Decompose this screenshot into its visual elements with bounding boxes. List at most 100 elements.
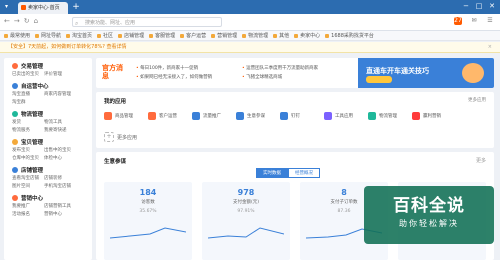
minimize-button[interactable]: − — [462, 1, 470, 11]
sidebar-link[interactable]: 物流服务 — [12, 127, 42, 134]
sidebar-link[interactable]: 店铺营销工具 — [44, 203, 80, 210]
truck-icon — [12, 111, 18, 117]
sidebar-group-title[interactable]: 自运营中心 — [21, 82, 49, 90]
sidebar-link[interactable]: 手机淘宝店铺 — [44, 183, 80, 190]
close-window-button[interactable]: ✕ — [488, 1, 496, 11]
mail-icon[interactable]: ✉ — [470, 17, 478, 25]
app-icon — [236, 112, 244, 120]
app-icon — [412, 112, 420, 120]
sidebar-link[interactable]: 发布宝贝 — [12, 147, 42, 154]
sidebar-link[interactable]: 出售中的宝贝 — [44, 147, 80, 154]
bookmark-icon — [4, 33, 8, 38]
app-item[interactable]: 客户运营 — [148, 112, 180, 120]
sidebar-link[interactable]: 我要寄快递 — [44, 127, 80, 134]
sidebar-group-title[interactable]: 店铺管理 — [21, 166, 43, 174]
sparkline — [110, 227, 186, 239]
store-icon — [12, 167, 18, 173]
metric-label: 访客数 — [141, 200, 155, 205]
bookmark-item[interactable]: 淘宝首页 — [66, 32, 92, 39]
bookmark-item[interactable]: 物流管理 — [242, 32, 268, 39]
sidebar-group-title[interactable]: 宝贝管理 — [21, 138, 43, 146]
sidebar-group-title[interactable]: 营销中心 — [21, 194, 43, 202]
search-icon: ⌕ — [75, 20, 79, 27]
more-link[interactable]: 更多 — [476, 157, 486, 164]
bookmark-item[interactable]: 店铺管理 — [118, 32, 144, 39]
watermark-subtitle: 助你轻松解决 — [399, 219, 459, 228]
app-item[interactable]: 工具应用 — [324, 112, 356, 120]
more-apps-link[interactable]: 更多应用 — [468, 97, 486, 103]
news-item[interactable]: 如果网已经无法接入了，如何做营销 — [136, 74, 242, 80]
bookmark-item[interactable]: 客服管理 — [149, 32, 175, 39]
nav-buttons: ← → ↻ ⌂ — [4, 17, 38, 25]
back-button[interactable]: ← — [4, 17, 10, 25]
sidebar-link[interactable]: 体检中心 — [44, 155, 80, 162]
tab-realtime[interactable]: 实时数据 — [256, 168, 288, 178]
news-list: 每日100件，新商家十一促销 运营团队三季度用千万流量助新商家 如果网已经无法接… — [136, 65, 352, 80]
sidebar-link[interactable]: 物流工具 — [44, 119, 80, 126]
browser-tab[interactable]: 卖家中心·首页 — [18, 2, 68, 14]
app-icon — [280, 112, 288, 120]
bookmark-item[interactable]: 1688采购找货平台 — [325, 32, 374, 39]
menu-icon[interactable]: ▾ — [5, 3, 13, 11]
app-item[interactable]: 生意参谋 — [236, 112, 268, 120]
sidebar-group-logistics: 物流管理 发货 物流工具 物流服务 我要寄快递 — [12, 110, 92, 134]
sidebar-link[interactable]: 店铺装修 — [44, 175, 80, 182]
app-item[interactable]: 赢利营销 — [412, 112, 444, 120]
home-button[interactable]: ⌂ — [34, 17, 38, 25]
sidebar-link[interactable]: 已卖出的宝贝 — [12, 71, 42, 78]
sidebar-group-title[interactable]: 物流管理 — [21, 110, 43, 118]
news-item[interactable]: 运营团队三季度用千万流量助新商家 — [242, 65, 352, 71]
forward-button[interactable]: → — [14, 17, 20, 25]
tab-title: 卖家中心·首页 — [28, 5, 60, 11]
add-app-button[interactable]: + 更多应用 — [104, 132, 137, 142]
app-icon — [192, 112, 200, 120]
business-tabs: 实时数据 经营概况 — [256, 168, 320, 178]
sidebar-link[interactable]: 淘宝直播 — [12, 91, 42, 98]
notification-badge[interactable]: 27 — [454, 17, 462, 25]
sidebar-group-self-operation: 自运营中心 淘宝直播 商家内容管理 淘宝群 — [12, 82, 92, 106]
new-tab-button[interactable]: + — [71, 2, 81, 12]
sidebar-link[interactable]: 营销中心 — [44, 211, 80, 218]
bookmark-item[interactable]: 营销管理 — [211, 32, 237, 39]
bookmark-icon — [118, 33, 123, 38]
sidebar-link[interactable]: 商家内容管理 — [44, 91, 80, 98]
tab-overview[interactable]: 经营概况 — [288, 168, 320, 178]
app-item[interactable]: 商品管理 — [104, 112, 136, 120]
bookmark-icon — [325, 33, 330, 38]
sidebar-link[interactable]: 发货 — [12, 119, 42, 126]
news-item[interactable]: 飞猪全球精选商城 — [242, 74, 352, 80]
bookmark-item[interactable]: 最常使用 — [4, 32, 30, 39]
sidebar-link[interactable]: 淘宝群 — [12, 99, 42, 106]
banner-button[interactable] — [366, 76, 392, 83]
search-input[interactable]: ⌕ 搜索功能、网址、应用 — [72, 17, 222, 27]
menu-lines-icon[interactable]: ☰ — [486, 17, 494, 25]
banner-image — [462, 63, 484, 83]
bookmark-item[interactable]: 客户运营 — [180, 32, 206, 39]
sidebar-link[interactable]: 活动报名 — [12, 211, 42, 218]
app-item[interactable]: 流量推广 — [192, 112, 224, 120]
app-item[interactable]: 物流管理 — [368, 112, 400, 120]
watermark-title: 百科全说 — [393, 196, 465, 216]
bookmark-item[interactable]: 社区 — [97, 32, 113, 39]
bookmark-item[interactable]: 网址导航 — [35, 32, 61, 39]
sidebar-group-title[interactable]: 交易管理 — [21, 62, 43, 70]
close-icon[interactable]: × — [488, 42, 492, 53]
sidebar-link[interactable]: 查看淘宝店铺 — [12, 175, 42, 182]
bookmark-item[interactable]: 卖家中心 — [294, 32, 320, 39]
metric-card[interactable]: 184 访客数 35.67% — [104, 182, 192, 260]
app-item[interactable]: 钉钉 — [280, 112, 312, 120]
bookmark-item[interactable]: 其他 — [273, 32, 289, 39]
sidebar-link[interactable]: 我要推广 — [12, 203, 42, 210]
sparkline — [208, 227, 284, 239]
bookmark-icon — [66, 33, 71, 38]
sidebar-link[interactable]: 图片空间 — [12, 183, 42, 190]
promo-banner[interactable]: 直通车开车通关技巧 — [358, 58, 494, 88]
notice-text[interactable]: 【安全】7天前起，如何做到订单转化78%? 查看详情 — [8, 44, 127, 50]
refresh-button[interactable]: ↻ — [24, 17, 30, 25]
sidebar-link[interactable]: 仓库中的宝贝 — [12, 155, 42, 162]
news-item[interactable]: 每日100件，新商家十一促销 — [136, 65, 242, 71]
sidebar-link[interactable]: 评价管理 — [44, 71, 80, 78]
metric-label: 支付金额(元) — [232, 200, 259, 205]
metric-card[interactable]: 978 支付金额(元) 97.91% — [202, 182, 290, 260]
maximize-button[interactable]: □ — [475, 1, 483, 11]
